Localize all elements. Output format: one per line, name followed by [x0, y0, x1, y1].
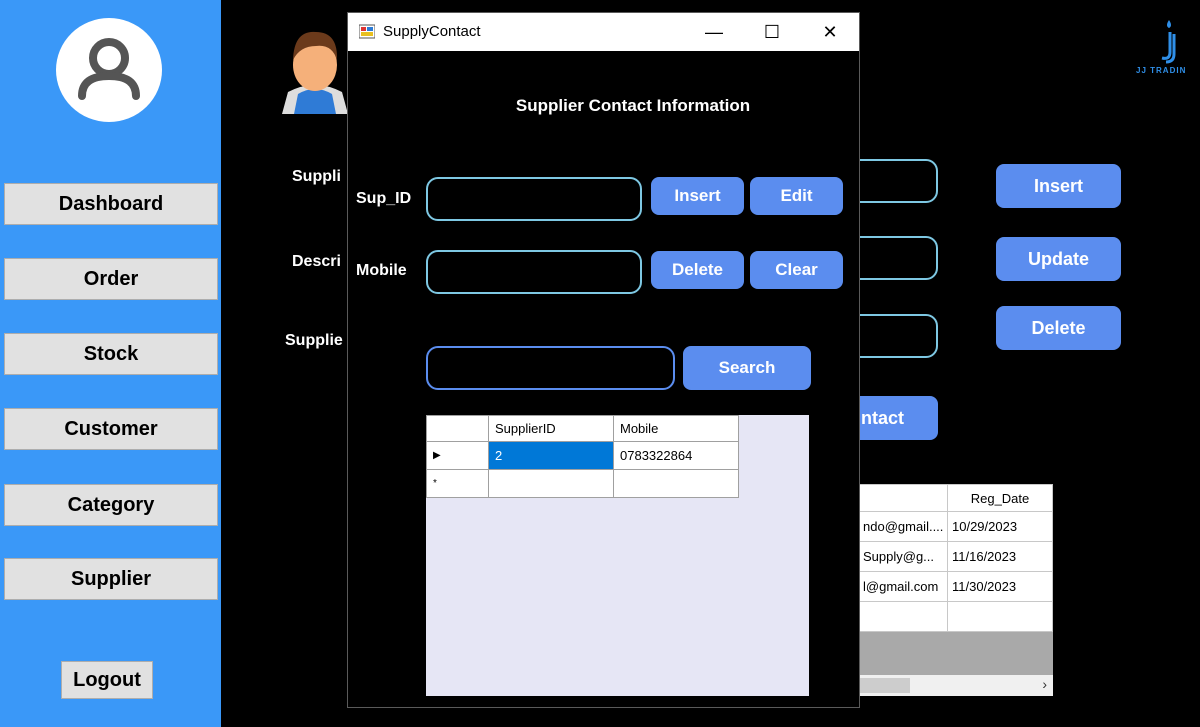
- mobile-label: Mobile: [356, 262, 407, 279]
- bg-update-button[interactable]: Update: [996, 237, 1121, 281]
- table-row[interactable]: Supply@g... 11/16/2023: [858, 541, 1053, 572]
- sup-id-label: Sup_ID: [356, 190, 412, 207]
- nav-dashboard-button[interactable]: Dashboard: [4, 183, 218, 225]
- grid-header: SupplierID Mobile: [426, 415, 739, 442]
- edit-button[interactable]: Edit: [750, 177, 843, 215]
- nav-category-button[interactable]: Category: [4, 484, 218, 526]
- mobile-input[interactable]: [426, 250, 642, 294]
- table-row-new[interactable]: *: [426, 469, 739, 498]
- grid-cell-mobile[interactable]: 0783322864: [613, 441, 739, 470]
- grid-col-supplier-id[interactable]: SupplierID: [488, 415, 614, 442]
- logout-button[interactable]: Logout: [61, 661, 153, 699]
- search-button[interactable]: Search: [683, 346, 811, 390]
- search-input[interactable]: [426, 346, 675, 390]
- nav-supplier-button[interactable]: Supplier: [4, 558, 218, 600]
- bg-grid-cell[interactable]: l@gmail.com: [858, 571, 948, 602]
- maximize-icon[interactable]: ☐: [743, 13, 801, 51]
- bg-grid-cell[interactable]: ndo@gmail....: [858, 511, 948, 542]
- app-icon: [359, 24, 375, 39]
- grid-cell-supplier-id[interactable]: 2: [488, 441, 614, 470]
- bg-horizontal-scrollbar[interactable]: ›: [858, 675, 1053, 696]
- nav-order-button[interactable]: Order: [4, 258, 218, 300]
- new-row-icon[interactable]: *: [426, 469, 489, 498]
- title-bar[interactable]: SupplyContact — ☐ ✕: [348, 13, 859, 51]
- row-selector-icon[interactable]: ▶: [426, 441, 489, 470]
- row-header-corner: [426, 415, 489, 442]
- bg-delete-button[interactable]: Delete: [996, 306, 1121, 350]
- window-title: SupplyContact: [383, 23, 481, 40]
- bg-grid-cell[interactable]: 10/29/2023: [947, 511, 1053, 542]
- chevron-right-icon[interactable]: ›: [1042, 676, 1047, 692]
- clear-button[interactable]: Clear: [750, 251, 843, 289]
- table-row[interactable]: l@gmail.com 11/30/2023: [858, 571, 1053, 602]
- bg-supplier-label-2: Supplie: [285, 332, 343, 349]
- bg-grid-cell[interactable]: Supply@g...: [858, 541, 948, 572]
- bg-grid-cell[interactable]: 11/16/2023: [947, 541, 1053, 572]
- bg-supplier-label: Suppli: [292, 168, 341, 185]
- page-title: Supplier Contact Information: [515, 96, 751, 115]
- delete-button[interactable]: Delete: [651, 251, 744, 289]
- bg-grid-cell[interactable]: [858, 601, 948, 632]
- close-icon[interactable]: ✕: [801, 13, 859, 51]
- bg-insert-button[interactable]: Insert: [996, 164, 1121, 208]
- supplier-contact-grid[interactable]: SupplierID Mobile ▶ 2 0783322864 *: [426, 415, 809, 696]
- supply-contact-window: SupplyContact — ☐ ✕ Supplier Contact Inf…: [347, 12, 860, 708]
- nav-stock-button[interactable]: Stock: [4, 333, 218, 375]
- nav-customer-button[interactable]: Customer: [4, 408, 218, 450]
- bg-description-label: Descri: [292, 253, 341, 270]
- grid-cell-mobile[interactable]: [613, 469, 739, 498]
- bg-grid-header: Reg_Date: [858, 484, 1053, 512]
- table-row[interactable]: [858, 601, 1053, 632]
- sidebar: Dashboard Order Stock Customer Category …: [0, 0, 221, 727]
- scrollbar-thumb[interactable]: [858, 678, 910, 693]
- insert-button[interactable]: Insert: [651, 177, 744, 215]
- sup-id-input[interactable]: [426, 177, 642, 221]
- bg-grid-cell[interactable]: 11/30/2023: [947, 571, 1053, 602]
- table-row[interactable]: ▶ 2 0783322864: [426, 441, 739, 470]
- table-row[interactable]: ndo@gmail.... 10/29/2023: [858, 511, 1053, 542]
- user-icon: [56, 18, 162, 122]
- brand-text: JJ TRADIN: [1136, 66, 1187, 75]
- brand-logo: JJ TRADIN: [1136, 18, 1200, 80]
- supplier-avatar-image: [280, 20, 350, 114]
- grid-col-mobile[interactable]: Mobile: [613, 415, 739, 442]
- minimize-icon[interactable]: —: [685, 13, 743, 51]
- bg-grid-cell[interactable]: [947, 601, 1053, 632]
- bg-grid-col-email: [858, 484, 948, 512]
- bg-grid-col-reg-date: Reg_Date: [947, 484, 1053, 512]
- bg-data-grid[interactable]: Reg_Date ndo@gmail.... 10/29/2023 Supply…: [858, 484, 1053, 696]
- grid-cell-supplier-id[interactable]: [488, 469, 614, 498]
